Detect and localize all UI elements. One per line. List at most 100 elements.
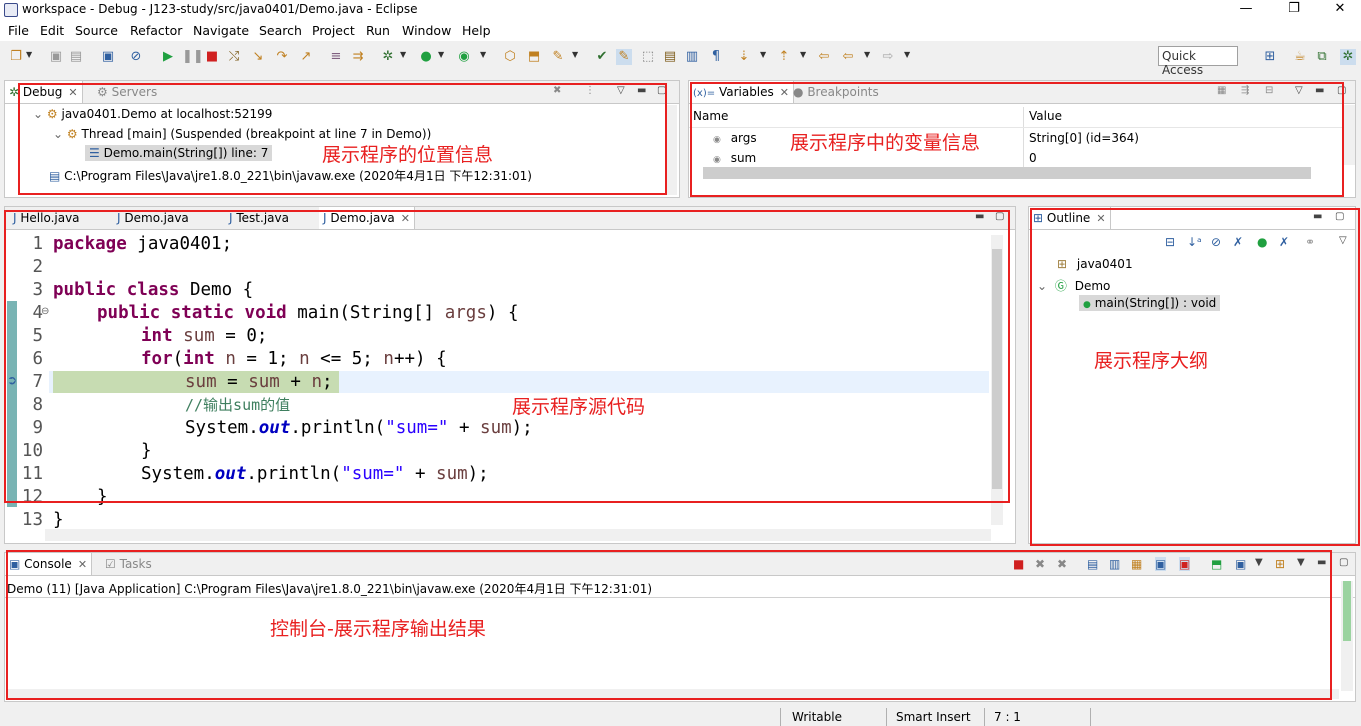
suspend-icon[interactable]: ❚❚ <box>182 49 204 65</box>
step-into-icon[interactable]: ↘ <box>250 49 266 65</box>
outline-item-class[interactable]: ⌄ Ⓖ Demo <box>1037 277 1110 294</box>
code-line[interactable]: public static void main(String[] args) { <box>97 302 519 325</box>
chevron-down-icon[interactable]: ▼ <box>400 50 406 59</box>
code-line[interactable]: } <box>97 486 108 509</box>
hide-local-types-icon[interactable]: ✗ <box>1279 235 1289 249</box>
chevron-down-icon[interactable]: ▼ <box>800 50 806 59</box>
terminate-icon[interactable]: ■ <box>204 49 220 65</box>
chevron-down-icon[interactable]: ▼ <box>1255 557 1263 568</box>
status-insert-mode[interactable]: Smart Insert <box>896 710 971 724</box>
step-over-icon[interactable]: ↷ <box>274 49 290 65</box>
new-icon[interactable]: ❐ <box>8 49 24 65</box>
close-icon[interactable]: ✕ <box>780 86 789 99</box>
menu-window[interactable]: Window <box>402 23 451 38</box>
save-icon[interactable]: ▣ <box>48 49 64 65</box>
tab-demo-java-active[interactable]: J Demo.java ✕ <box>319 207 415 229</box>
scrollbar-thumb[interactable] <box>1343 581 1351 641</box>
clear-console-icon[interactable]: ▤ <box>1087 557 1098 571</box>
forward-icon[interactable]: ⇨ <box>880 49 896 65</box>
outline-item-method[interactable]: ● main(String[]) : void <box>1079 295 1221 311</box>
view-menu-icon[interactable]: ⋮ <box>585 85 595 96</box>
show-type-names-icon[interactable]: ▦ <box>1217 85 1226 96</box>
collapse-all-icon[interactable]: ⊟ <box>1165 235 1175 249</box>
chevron-down-icon[interactable]: ▼ <box>26 50 32 59</box>
menu-search[interactable]: Search <box>259 23 302 38</box>
word-wrap-icon[interactable]: ▦ <box>1131 557 1142 571</box>
open-perspective-icon[interactable]: ⊞ <box>1262 49 1278 65</box>
outline-item-package[interactable]: ⊞ java0401 <box>1057 257 1133 271</box>
menu-edit[interactable]: Edit <box>40 23 64 38</box>
menu-navigate[interactable]: Navigate <box>193 23 249 38</box>
tab-breakpoints[interactable]: ● Breakpoints <box>789 81 883 103</box>
prev-annotation-icon[interactable]: ⇡ <box>776 49 792 65</box>
link-with-editor-icon[interactable]: ⚭ <box>1305 235 1315 249</box>
search-icon[interactable]: ✎ <box>550 49 566 65</box>
variable-row[interactable]: ◉ args <box>713 131 757 145</box>
collapse-all-icon[interactable]: ⊟ <box>1265 85 1273 96</box>
tab-variables[interactable]: (x)= Variables ✕ <box>689 81 794 103</box>
debug-perspective-icon[interactable]: ✲ <box>1340 49 1356 65</box>
horizontal-scrollbar[interactable] <box>7 689 1339 699</box>
show-logical-structure-icon[interactable]: ⇶ <box>1241 85 1249 96</box>
run-icon[interactable]: ● <box>418 49 434 65</box>
tree-item-stack-frame[interactable]: ☰ Demo.main(String[]) line: 7 <box>85 145 273 161</box>
minimize-view-icon[interactable]: ▬ <box>1313 211 1322 222</box>
show-whitespace-icon[interactable]: ▥ <box>684 49 700 65</box>
drop-to-frame-icon[interactable]: ≡ <box>328 49 344 65</box>
external-tools-icon[interactable]: ◉ <box>456 49 472 65</box>
close-icon[interactable]: ✕ <box>78 558 87 571</box>
terminate-icon[interactable]: ■ <box>1013 557 1024 571</box>
horizontal-scrollbar[interactable] <box>703 167 1311 179</box>
maximize-view-icon[interactable]: ▢ <box>1337 85 1346 96</box>
use-step-filters-icon[interactable]: ⇉ <box>350 49 366 65</box>
close-icon[interactable]: ✕ <box>68 86 77 99</box>
menu-refactor[interactable]: Refactor <box>130 23 182 38</box>
close-icon[interactable]: ✕ <box>401 212 410 225</box>
minimize-view-icon[interactable]: ▬ <box>975 211 984 222</box>
chevron-down-icon[interactable]: ⌄ <box>33 107 43 121</box>
code-line[interactable]: System.out.println("sum=" + sum); <box>141 463 489 486</box>
chevron-down-icon[interactable]: ▼ <box>760 50 766 59</box>
maximize-view-icon[interactable]: ▢ <box>995 211 1004 222</box>
minimize-view-icon[interactable]: ▬ <box>637 85 646 96</box>
remove-terminated-icon[interactable]: ✖ <box>553 85 561 96</box>
pin-console-icon[interactable]: ⬒ <box>1211 557 1222 571</box>
tab-console[interactable]: ▣ Console ✕ <box>5 553 93 575</box>
tree-item-thread[interactable]: ⌄ ⚙ Thread [main] (Suspended (breakpoint… <box>53 127 431 141</box>
java-perspective-icon[interactable]: ☕ <box>1292 49 1308 65</box>
vertical-scrollbar[interactable] <box>1341 581 1353 691</box>
code-line[interactable]: package java0401; <box>53 233 232 256</box>
minimize-view-icon[interactable]: ▬ <box>1317 557 1326 568</box>
skip-breakpoints-icon[interactable]: ⊘ <box>128 49 144 65</box>
menu-project[interactable]: Project <box>312 23 355 38</box>
menu-help[interactable]: Help <box>462 23 491 38</box>
restore-button[interactable]: ❐ <box>1271 0 1317 20</box>
code-line[interactable]: int sum = 0; <box>141 325 267 348</box>
maximize-view-icon[interactable]: ▢ <box>1335 211 1344 222</box>
chevron-down-icon[interactable]: ▼ <box>1297 557 1305 568</box>
chevron-down-icon[interactable]: ⌄ <box>1037 279 1047 293</box>
tab-test-java[interactable]: J Test.java <box>225 207 293 229</box>
hide-static-icon[interactable]: ✗ <box>1233 235 1243 249</box>
code-line[interactable]: public class Demo { <box>53 279 253 302</box>
fold-icon[interactable]: ⊖ <box>41 306 49 317</box>
tab-servers[interactable]: ⚙ Servers <box>93 81 161 103</box>
chevron-down-icon[interactable]: ▼ <box>864 50 870 59</box>
sort-icon[interactable]: ↓ᵃ <box>1187 235 1202 249</box>
vertical-scrollbar[interactable] <box>665 105 677 195</box>
remove-all-terminated-icon[interactable]: ✖ <box>1057 557 1067 571</box>
minimize-button[interactable]: — <box>1223 0 1269 20</box>
code-line[interactable]: System.out.println("sum=" + sum); <box>185 417 533 440</box>
hide-fields-icon[interactable]: ⊘ <box>1211 235 1221 249</box>
close-button[interactable]: ✕ <box>1317 0 1361 20</box>
menu-source[interactable]: Source <box>75 23 118 38</box>
git-perspective-icon[interactable]: ⧉ <box>1314 49 1330 65</box>
chevron-down-icon[interactable]: ▼ <box>572 50 578 59</box>
display-console-icon[interactable]: ▣ <box>1235 557 1246 571</box>
code-line[interactable]: } <box>141 440 152 463</box>
mark-occurrences-icon[interactable]: ✎ <box>616 49 632 65</box>
maximize-view-icon[interactable]: ▢ <box>657 85 666 96</box>
tree-item-process[interactable]: ▤ C:\Program Files\Java\jre1.8.0_221\bin… <box>49 167 532 184</box>
show-on-stdout-icon[interactable]: ▣ <box>1155 557 1167 571</box>
chevron-down-icon[interactable]: ▼ <box>480 50 486 59</box>
